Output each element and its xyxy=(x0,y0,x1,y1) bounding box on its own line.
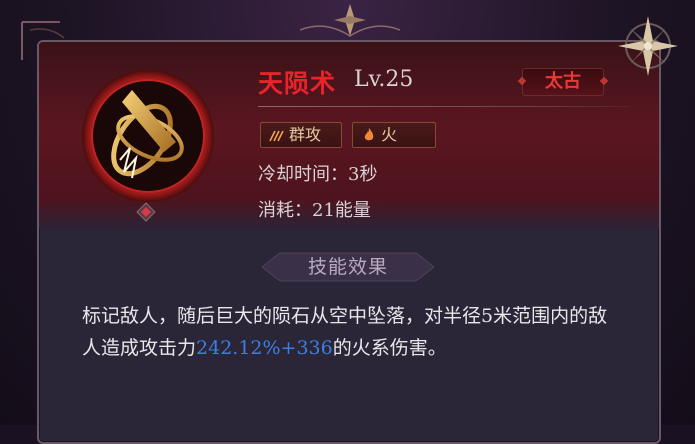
gem-icon xyxy=(136,202,156,222)
corner-ornament xyxy=(21,21,65,60)
desc-text-after: 的火系伤害。 xyxy=(332,337,447,359)
skill-name: 天陨术 xyxy=(258,69,337,98)
meteor-skill-icon[interactable] xyxy=(80,68,216,204)
compass-star-icon xyxy=(618,16,678,76)
header-divider xyxy=(258,106,630,107)
tag-aoe: 群攻 xyxy=(260,122,342,148)
damage-value: 242.12%+336 xyxy=(196,337,333,359)
effect-section-title: 技能效果 xyxy=(307,256,388,278)
aoe-icon xyxy=(269,130,284,142)
rarity-badge: 太古 xyxy=(522,68,604,96)
tag-fire: 火 xyxy=(352,122,436,148)
tag-aoe-label: 群攻 xyxy=(289,125,322,144)
energy-cost-stat: 消耗：21能量 xyxy=(258,200,371,221)
effect-section-header: 技能效果 xyxy=(262,250,434,284)
top-ornament xyxy=(300,4,400,37)
cooldown-stat: 冷却时间：3秒 xyxy=(258,164,378,185)
fire-icon xyxy=(364,128,374,141)
skill-level: Lv.25 xyxy=(354,67,414,92)
skill-description: 标记敌人，随后巨大的陨石从空中坠落，对半径5米范围内的敌人造成攻击力242.12… xyxy=(82,300,622,364)
tag-fire-label: 火 xyxy=(381,125,398,144)
